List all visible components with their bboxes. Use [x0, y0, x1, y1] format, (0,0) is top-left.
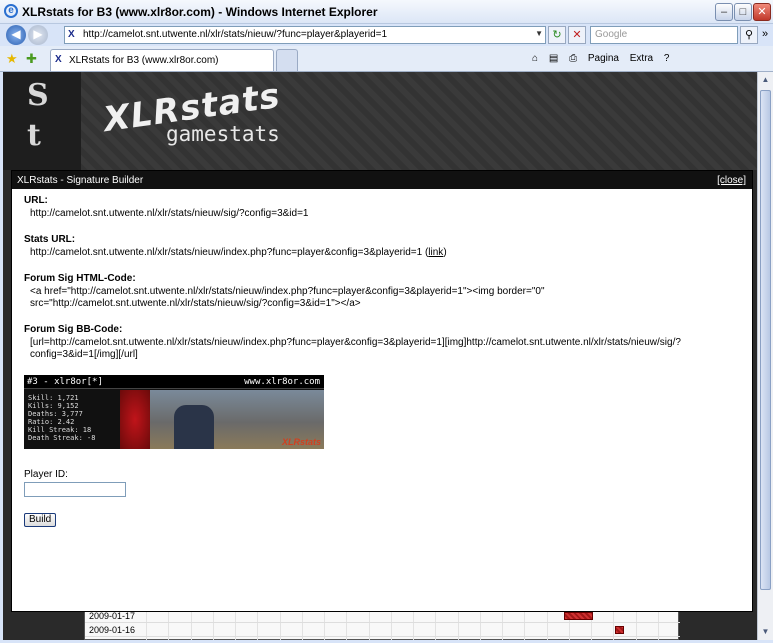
activity-bar[interactable] — [615, 626, 625, 634]
scroll-down-icon[interactable]: ▼ — [758, 624, 773, 640]
scroll-up-icon[interactable]: ▲ — [758, 72, 773, 88]
stats-url-text: http://camelot.snt.utwente.nl/xlr/stats/… — [30, 247, 429, 258]
home-icon[interactable]: ⌂ — [532, 53, 538, 64]
dialog-body: URL: http://camelot.snt.utwente.nl/xlr/s… — [24, 195, 740, 527]
minimize-button[interactable]: – — [715, 3, 733, 21]
address-bar[interactable]: X http://camelot.snt.utwente.nl/xlr/stat… — [64, 26, 546, 44]
refresh-button[interactable]: ↻ — [548, 26, 566, 44]
dialog-close-link[interactable]: [close] — [717, 175, 746, 186]
extra-menu[interactable]: Extra — [630, 53, 653, 64]
tab-bar: ★ ✚ X XLRstats for B3 (www.xlr8or.com) ⌂… — [0, 46, 773, 72]
more-icon[interactable]: » — [758, 26, 772, 44]
address-url: http://camelot.snt.utwente.nl/xlr/stats/… — [83, 29, 388, 40]
dialog-title: XLRstats - Signature Builder — [17, 175, 144, 186]
activity-date: 2009-01-15 — [89, 639, 135, 640]
stats-link[interactable]: link — [428, 247, 443, 258]
title-bar: e XLRstats for B3 (www.xlr8or.com) - Win… — [0, 0, 773, 24]
new-tab-button[interactable] — [276, 49, 298, 71]
favorites-star-icon[interactable]: ★ — [6, 51, 18, 67]
site-subtitle: gamestats — [166, 122, 280, 146]
signature-builder-dialog: XLRstats - Signature Builder [close] URL… — [11, 170, 753, 612]
window-title: XLRstats for B3 (www.xlr8or.com) - Windo… — [22, 5, 378, 19]
header-glyph-top: S — [27, 78, 49, 113]
page-content: S t XLRstats gamestats ActivityWeaponsHi… — [3, 72, 757, 640]
help-icon[interactable]: ? — [664, 53, 670, 64]
bb-code-label: Forum Sig BB-Code: — [24, 324, 123, 335]
page-menu[interactable]: Pagina — [588, 53, 619, 64]
search-input[interactable]: Google — [590, 26, 738, 44]
player-id-label: Player ID: — [24, 469, 68, 480]
site-favicon: X — [68, 29, 75, 40]
activity-row: 2009-01-15 — [85, 636, 680, 640]
browser-window: e XLRstats for B3 (www.xlr8or.com) - Win… — [0, 0, 773, 643]
navigation-bar: ◀ ▶ X http://camelot.snt.utwente.nl/xlr/… — [0, 24, 773, 46]
header-side-graphic: S t — [3, 72, 81, 170]
stats-url-label: Stats URL: — [24, 234, 76, 245]
sig-site: www.xlr8or.com — [244, 377, 320, 387]
ie-icon: e — [4, 4, 18, 18]
dialog-header: XLRstats - Signature Builder [close] — [12, 171, 752, 189]
sig-blood — [120, 390, 150, 449]
chevron-down-icon[interactable]: ▼ — [535, 29, 543, 38]
site-header: S t XLRstats gamestats — [3, 72, 757, 170]
sig-stats: Skill: 1,721 Kills: 9,152 Deaths: 3,777 … — [28, 394, 96, 442]
url-value: http://camelot.snt.utwente.nl/xlr/stats/… — [30, 208, 309, 219]
tab-xlrstats[interactable]: X XLRstats for B3 (www.xlr8or.com) — [50, 49, 274, 71]
url-label: URL: — [24, 195, 48, 206]
add-favorite-icon[interactable]: ✚ — [26, 51, 37, 67]
command-bar: ⌂ ▤ ⎙ Pagina Extra ? — [532, 53, 677, 64]
search-placeholder: Google — [595, 29, 628, 40]
header-glyph-bottom: t — [27, 118, 41, 153]
activity-bar[interactable] — [564, 612, 594, 620]
search-button[interactable]: ⚲ — [740, 26, 758, 44]
feeds-icon[interactable]: ▤ — [549, 53, 558, 64]
signature-preview-image: #3 - xlr8or[*] www.xlr8or.com Skill: 1,7… — [24, 375, 324, 449]
activity-row: 2009-01-16 — [85, 622, 680, 636]
maximize-button[interactable]: □ — [734, 3, 752, 21]
forward-button[interactable]: ▶ — [28, 25, 48, 45]
stats-url-value: http://camelot.snt.utwente.nl/xlr/stats/… — [24, 247, 740, 259]
sig-soldier — [174, 405, 214, 449]
sig-brand: XLRstats — [281, 437, 321, 447]
sig-player-name: #3 - xlr8or[*] — [27, 377, 103, 387]
activity-date: 2009-01-17 — [89, 611, 136, 621]
tab-favicon: X — [55, 54, 62, 65]
stats-url-tail: ) — [443, 247, 447, 258]
stop-button[interactable]: ✕ — [568, 26, 586, 44]
close-window-button[interactable]: ✕ — [753, 3, 771, 21]
bb-code-value: [url=http://camelot.snt.utwente.nl/xlr/s… — [30, 337, 681, 360]
activity-date: 2009-01-16 — [89, 625, 136, 635]
tab-label: XLRstats for B3 (www.xlr8or.com) — [69, 55, 219, 66]
scroll-thumb[interactable] — [760, 90, 771, 590]
vertical-scrollbar[interactable]: ▲ ▼ — [757, 72, 773, 640]
build-button[interactable]: Build — [24, 513, 57, 527]
html-code-label: Forum Sig HTML-Code: — [24, 273, 136, 284]
back-button[interactable]: ◀ — [6, 25, 26, 45]
player-id-input[interactable] — [24, 482, 126, 497]
print-icon[interactable]: ⎙ — [569, 53, 577, 64]
html-code-value: <a href="http://camelot.snt.utwente.nl/x… — [30, 286, 545, 309]
